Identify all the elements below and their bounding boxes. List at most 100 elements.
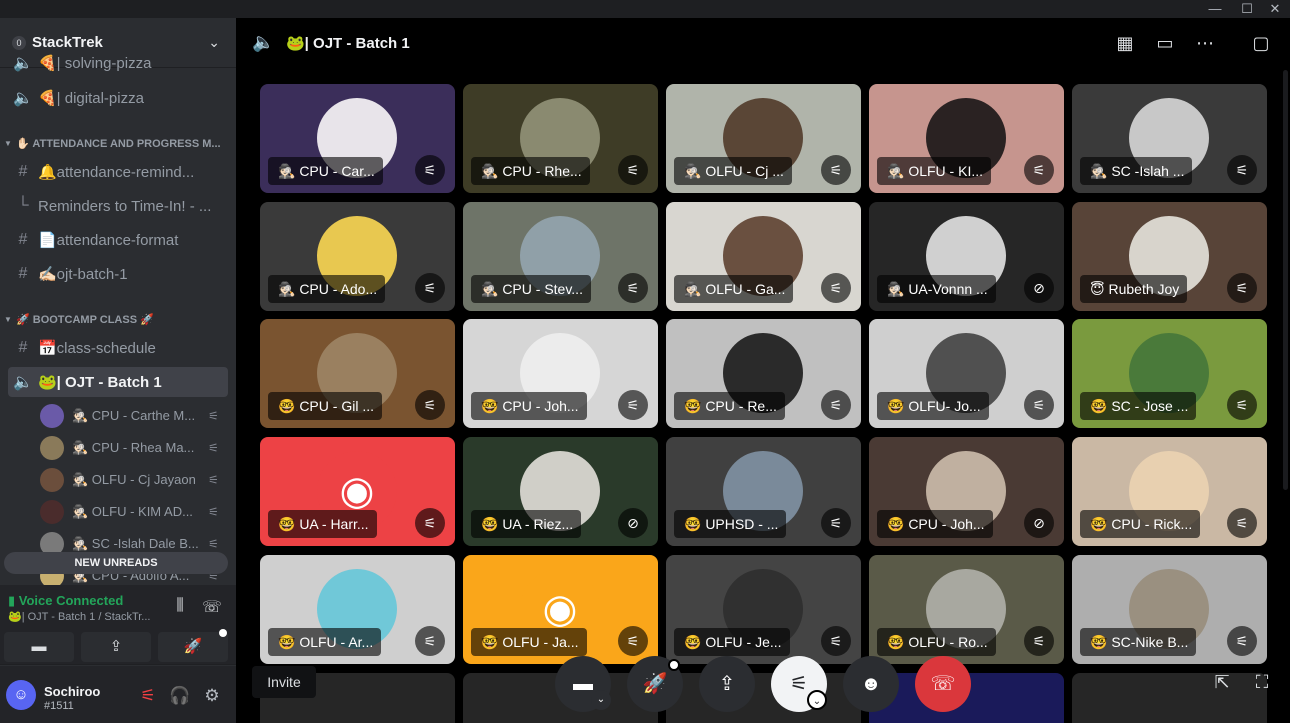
participant-tile[interactable]: 🤓 CPU - Re... ⚟ [666, 319, 861, 428]
channel-class-schedule[interactable]: # 📅class-schedule [8, 333, 228, 363]
channel-attendance-format[interactable]: # 📄attendance-format [8, 225, 228, 255]
thread-reminders[interactable]: └ Reminders to Time-In! - ... [8, 191, 228, 221]
participant-tile[interactable]: 🕵🏻 CPU - Rhe... ⚟ [463, 84, 658, 193]
participant-tile[interactable]: 🤓 SC - Jose ... ⚟ [1072, 319, 1267, 428]
participant-name: 🤓 UA - Riez... [471, 510, 582, 538]
noise-suppression-icon[interactable]: ⫼ [168, 597, 192, 621]
new-unreads-pill[interactable]: NEW UNREADS [4, 552, 228, 574]
popout-window-icon[interactable]: ⇱ [1210, 672, 1234, 694]
mic-muted-icon: ⚟ [208, 441, 219, 455]
participant-tile[interactable]: 🕵🏻 CPU - Ado... ⚟ [260, 202, 455, 311]
popout-icon[interactable]: ▭ [1153, 33, 1177, 55]
close-icon[interactable]: ✕ [1260, 0, 1290, 18]
participant-tile[interactable]: 🤓 SC-Nike B... ⚟ [1072, 555, 1267, 664]
participant-tile[interactable]: 🕵🏻 OLFU - KI... ⚟ [869, 84, 1064, 193]
disconnect-button[interactable]: ☏ [915, 656, 971, 712]
voice-channel-link[interactable]: 🐸| OJT - Batch 1 / StackTr... [8, 610, 158, 623]
participant-tile[interactable]: 🤓 OLFU- Jo... ⚟ [869, 319, 1064, 428]
participant-tile[interactable]: 🕵🏻 SC -Islah ... ⚟ [1072, 84, 1267, 193]
participant-name: 🕵🏻 CPU - Rhe... [471, 157, 590, 185]
participant-tile[interactable]: ◉ 🤓 UA - Harr... ⚟ [260, 437, 455, 546]
participant-tile[interactable]: 🤓 OLFU - Ar... ⚟ [260, 555, 455, 664]
participant-tile[interactable]: 😇 Rubeth Joy ⚟ [1072, 202, 1267, 311]
channel-digital-pizza[interactable]: 🔈 🍕| digital-pizza [8, 83, 228, 113]
deafened-icon: ⊘ [1024, 508, 1054, 538]
participant-name: 🤓 SC - Jose ... [1080, 392, 1197, 420]
participant-tile[interactable]: ◉ 🤓 OLFU - Ja... ⚟ [463, 555, 658, 664]
category-bootcamp[interactable]: ▼ 🚀 BOOTCAMP CLASS 🚀 [4, 309, 232, 329]
voice-user-item[interactable]: 🕵🏻 CPU - Carthe M... ⚟ [40, 402, 226, 430]
participant-tile[interactable]: 🤓 UA - Riez... ⊘ [463, 437, 658, 546]
grid-layout-icon[interactable]: ▦ [1113, 33, 1137, 55]
mic-muted-icon: ⚟ [618, 273, 648, 303]
channel-label: 🍕| digital-pizza [38, 90, 144, 107]
participant-name: 🤓 CPU - Joh... [471, 392, 587, 420]
chevron-down-icon[interactable]: ⌄ [591, 690, 611, 710]
page-title: 🐸| OJT - Batch 1 [286, 35, 410, 52]
mic-muted-icon[interactable]: ⚟ [136, 686, 160, 710]
participant-tile[interactable]: 🤓 OLFU - Je... ⚟ [666, 555, 861, 664]
participant-tile[interactable] [1072, 673, 1267, 723]
voice-user-item[interactable]: 🕵🏻 OLFU - Cj Jayaon ⚟ [40, 466, 226, 494]
thread-branch-icon: └ [17, 197, 29, 214]
channel-attendance-reminder[interactable]: # 🔔attendance-remind... [8, 157, 228, 187]
participant-tile[interactable] [666, 673, 861, 723]
chat-icon[interactable]: ▢ [1249, 33, 1273, 55]
screen-share-button[interactable]: ⇪ [81, 632, 151, 662]
channel-solving-pizza[interactable]: 🔈 🍕| solving-pizza [8, 52, 228, 74]
disconnect-icon[interactable]: ☏ [200, 597, 224, 621]
scrollbar[interactable] [1283, 70, 1288, 490]
minimize-icon[interactable]: — [1200, 0, 1230, 18]
mic-muted-icon: ⚟ [208, 505, 219, 519]
participant-tile[interactable]: 🤓 CPU - Rick... ⚟ [1072, 437, 1267, 546]
voice-status[interactable]: ▮ Voice Connected [8, 593, 123, 609]
headphones-icon[interactable]: 🎧 [168, 686, 192, 710]
participant-tile[interactable]: 🕵🏻 CPU - Car... ⚟ [260, 84, 455, 193]
username[interactable]: Sochiroo [44, 684, 100, 699]
mic-muted-icon: ⚟ [821, 390, 851, 420]
stage-header: 🔈 🐸| OJT - Batch 1 ▦ ▭ ⋯ ▢ [236, 18, 1290, 68]
deafened-icon: ⊘ [1024, 273, 1054, 303]
participant-tile[interactable]: 🕵🏻 OLFU - Ga... ⚟ [666, 202, 861, 311]
mic-muted-icon: ⚟ [415, 390, 445, 420]
participant-name: 🤓 OLFU - Ar... [268, 628, 382, 656]
chevron-down-icon[interactable]: ⌄ [807, 690, 827, 710]
mic-muted-icon: ⚟ [415, 508, 445, 538]
participant-tile[interactable]: 🕵🏻 CPU - Stev... ⚟ [463, 202, 658, 311]
maximize-icon[interactable]: ☐ [1232, 0, 1262, 18]
category-attendance[interactable]: ▼ ✋🏻 ATTENDANCE AND PROGRESS M... [4, 133, 232, 153]
participant-name: 🤓 OLFU - Je... [674, 628, 790, 656]
hash-icon: # [18, 265, 28, 282]
channel-ojt-batch-1-voice[interactable]: 🔈 🐸| OJT - Batch 1 [8, 367, 228, 397]
chevron-down-icon: ▼ [4, 314, 12, 324]
voice-user-item[interactable]: 🕵🏻 OLFU - KIM AD... ⚟ [40, 498, 226, 526]
server-name: StackTrek [32, 34, 103, 51]
participant-name: 🕵🏻 OLFU - Ga... [674, 275, 794, 303]
mic-muted-icon: ⚟ [618, 626, 648, 656]
participant-tile[interactable]: 🤓 OLFU - Ro... ⚟ [869, 555, 1064, 664]
emoji-icon[interactable]: ☻ [843, 656, 899, 712]
channel-ojt-batch-1[interactable]: # ✍🏻ojt-batch-1 [8, 259, 228, 289]
more-options-icon[interactable]: ⋯ [1193, 33, 1217, 55]
fullscreen-icon[interactable]: ⛶ [1250, 672, 1274, 694]
participant-name: 🤓 OLFU- Jo... [877, 392, 989, 420]
participant-tile[interactable]: 🕵🏻 OLFU - Cj ... ⚟ [666, 84, 861, 193]
avatar[interactable]: ☺ [6, 680, 36, 710]
mic-muted-icon: ⚟ [208, 473, 219, 487]
participant-tile[interactable]: 🤓 UPHSD - ... ⚟ [666, 437, 861, 546]
participant-name: 🕵🏻 UA-Vonnn ... [877, 275, 996, 303]
activity-button[interactable]: 🚀 [158, 632, 228, 662]
chevron-down-icon[interactable]: ⌄ [208, 34, 220, 51]
participant-name: 🕵🏻 OLFU - Cj ... [674, 157, 792, 185]
screen-share-button[interactable]: ⇪ [699, 656, 755, 712]
participant-tile[interactable]: 🤓 CPU - Joh... ⚟ [463, 319, 658, 428]
participant-tile[interactable]: 🤓 CPU - Gil ... ⚟ [260, 319, 455, 428]
voice-user-name: 🕵🏻 CPU - Carthe M... [72, 408, 196, 423]
gear-icon[interactable]: ⚙ [200, 686, 224, 710]
user-tag: #1511 [44, 700, 74, 712]
voice-user-item[interactable]: 🕵🏻 CPU - Rhea Ma... ⚟ [40, 434, 226, 462]
participant-tile[interactable]: 🕵🏻 UA-Vonnn ... ⊘ [869, 202, 1064, 311]
participant-tile[interactable]: 🤓 CPU - Joh... ⊘ [869, 437, 1064, 546]
mic-muted-icon: ⚟ [1227, 273, 1257, 303]
camera-button[interactable]: ▬ [4, 632, 74, 662]
